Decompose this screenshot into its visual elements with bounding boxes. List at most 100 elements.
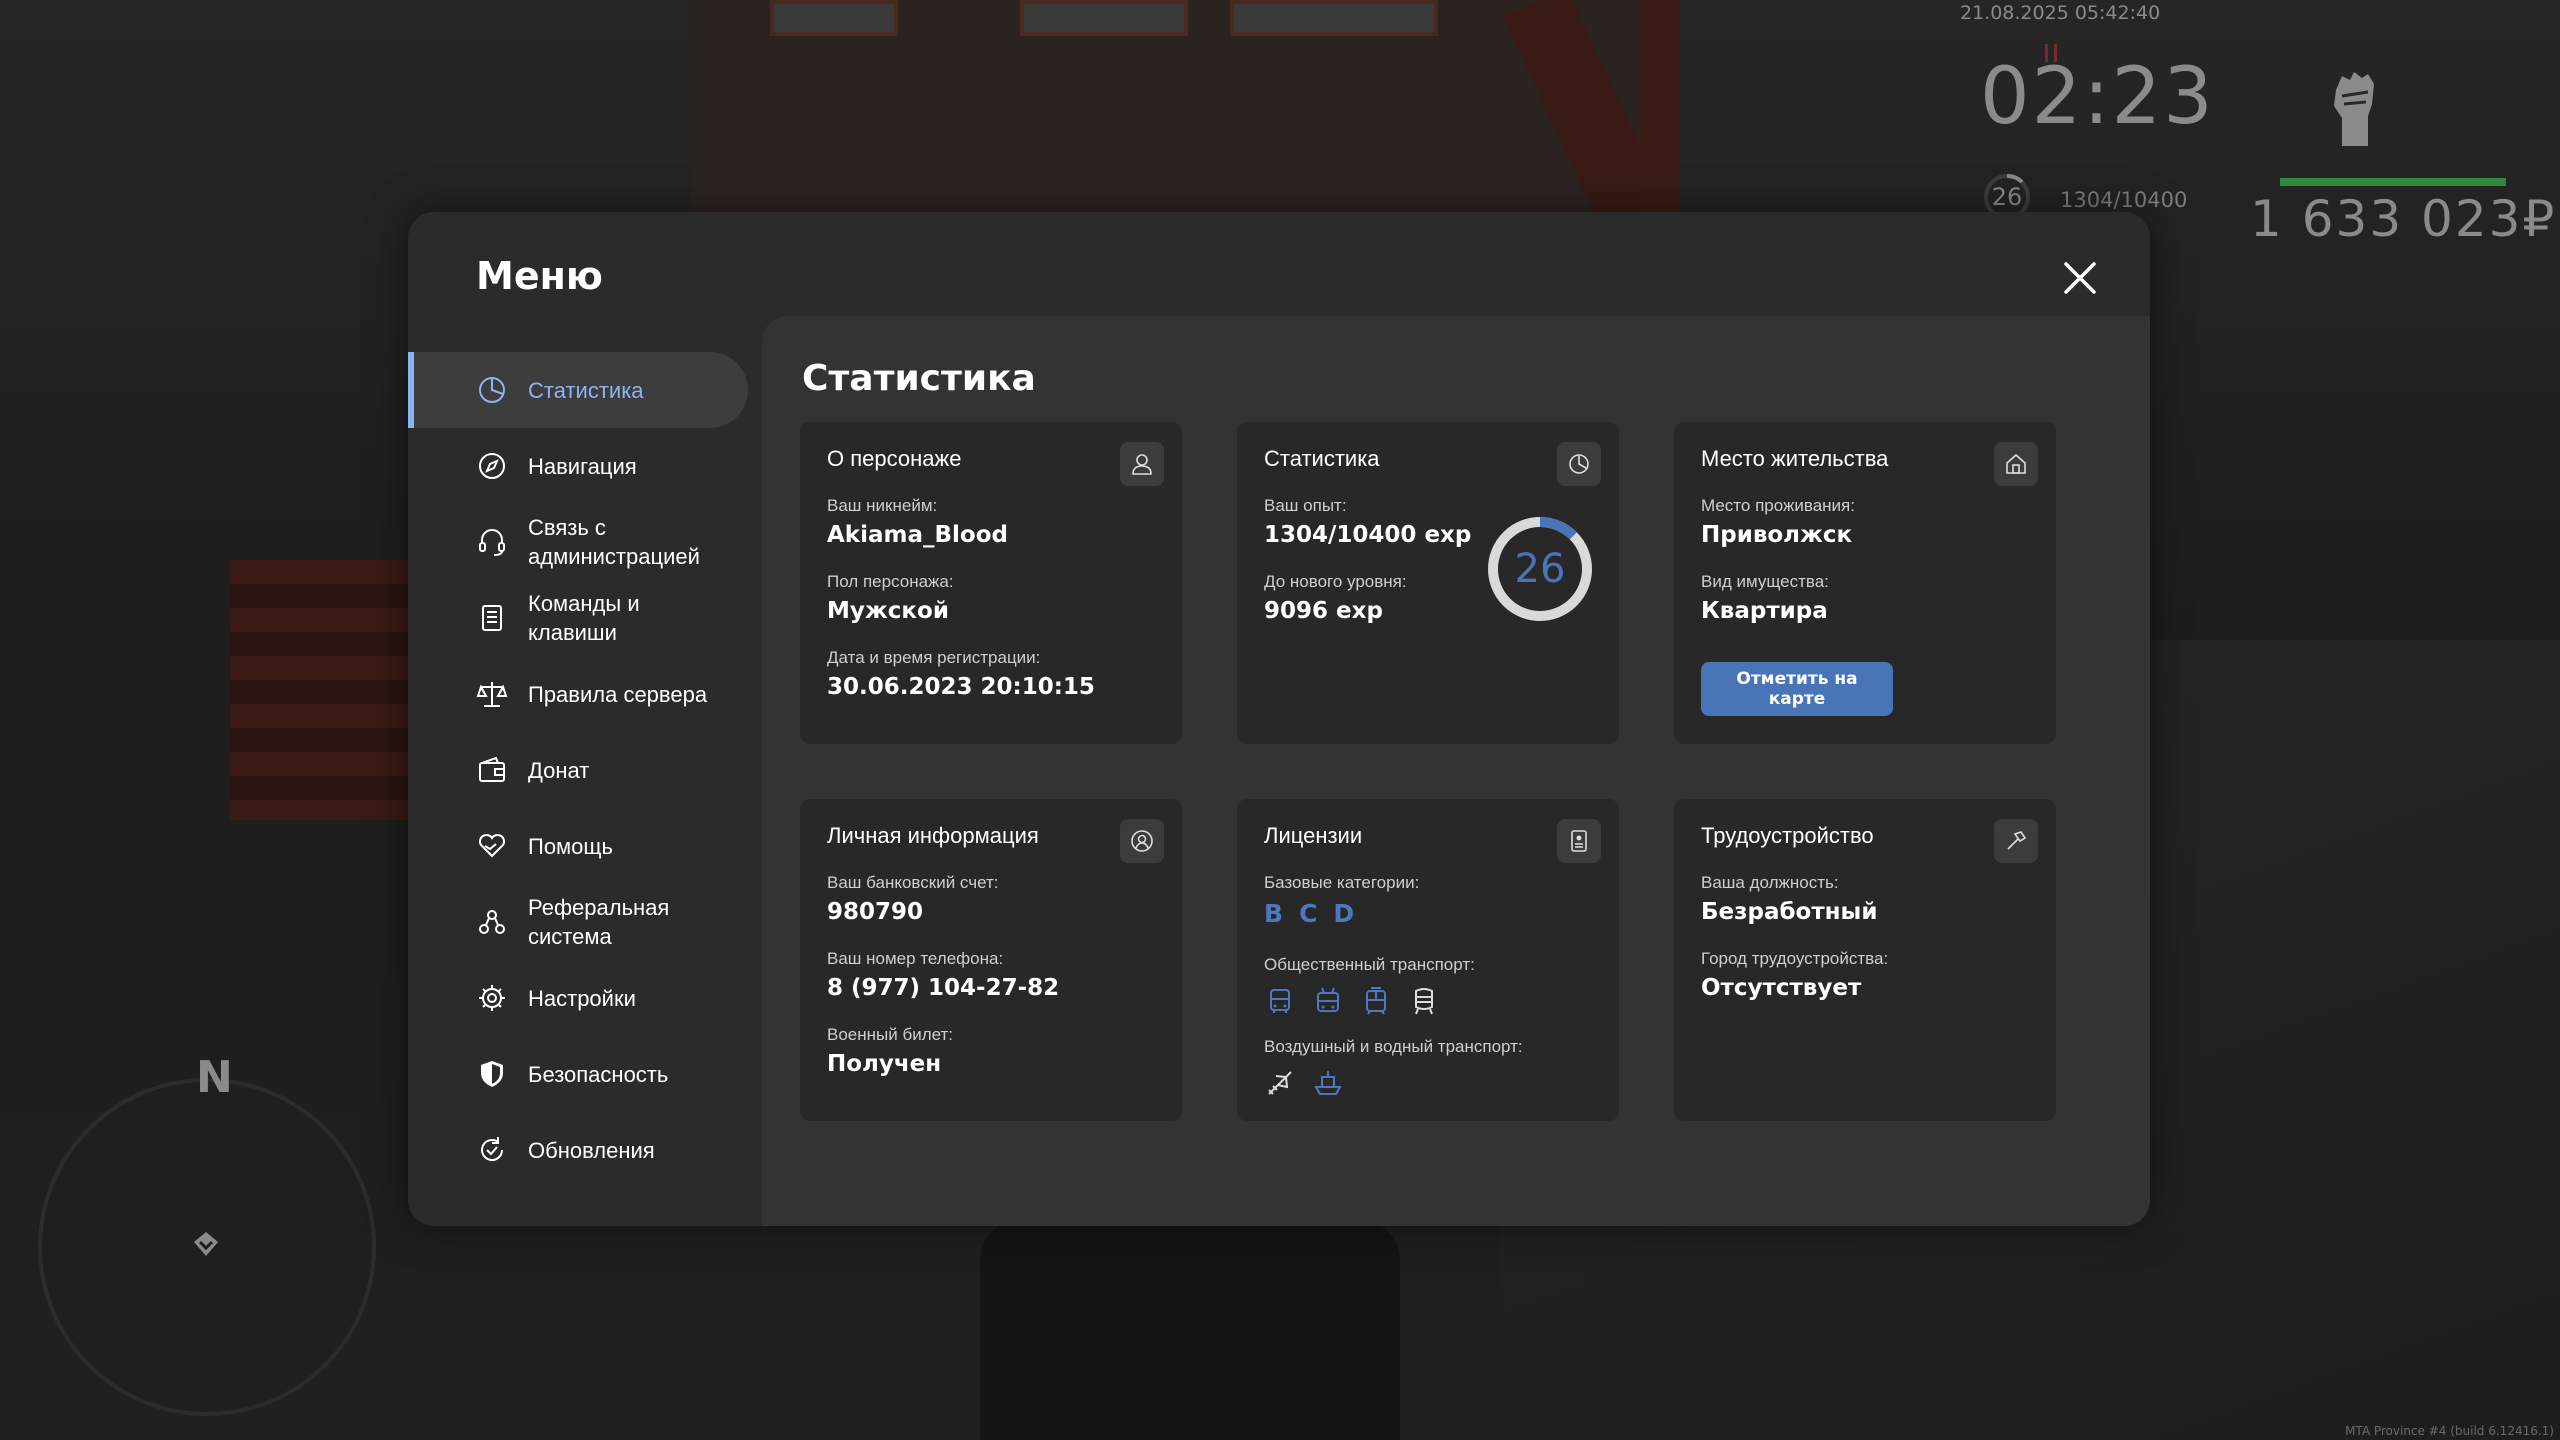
fist-weapon-icon — [2334, 72, 2374, 146]
sidebar-item-donate[interactable]: Донат — [408, 732, 748, 808]
compass-north: N — [196, 1052, 233, 1103]
referral-icon — [479, 910, 505, 934]
sidebar-item-help[interactable]: Помощь — [408, 808, 748, 884]
train-icon — [1415, 988, 1433, 1015]
user-icon — [1132, 454, 1152, 475]
pie-chart-icon — [479, 377, 505, 403]
sidebar-item-label: Помощь — [528, 833, 613, 859]
sidebar-item-commands[interactable]: Команды и клавиши — [408, 580, 748, 656]
phone-label: Ваш номер телефона: — [827, 949, 1004, 968]
card-title: Трудоустройство — [1701, 823, 1874, 848]
sidebar-item-statistics[interactable]: Статистика — [408, 352, 748, 428]
sidebar-item-security[interactable]: Безопасность — [408, 1036, 748, 1112]
sidebar-item-label: Связь с администрацией — [528, 515, 700, 569]
statistics-content: Статистика О персонаже Ваш никнейм: Akia… — [762, 316, 2150, 1226]
building-wall — [690, 0, 1650, 220]
sidebar-item-updates[interactable]: Обновления — [408, 1112, 748, 1188]
sidebar-item-admin-contact[interactable]: Связь с администрацией — [408, 504, 748, 580]
heart-hands-icon — [478, 833, 506, 858]
next-level-value: 9096 exp — [1264, 598, 1383, 624]
sidebar-item-settings[interactable]: Настройки — [408, 960, 748, 1036]
wallet-icon — [479, 756, 505, 782]
base-categories-label: Базовые категории: — [1264, 873, 1420, 892]
sidebar-item-label: Реферальная система — [528, 895, 670, 949]
refresh-check-icon — [481, 1137, 503, 1161]
air-water-transport-label: Воздушный и водный транспорт: — [1264, 1037, 1523, 1056]
ship-icon — [1314, 1071, 1342, 1095]
position-label: Ваша должность: — [1701, 873, 1839, 892]
card-personal-info: Личная информация Ваш банковский счет: 9… — [800, 799, 1182, 1121]
clock-chart-icon — [1569, 454, 1589, 474]
document-list-icon — [482, 605, 502, 631]
trolleybus-icon — [1317, 987, 1339, 1012]
card-icon-box — [1994, 442, 2038, 486]
residence-label: Место проживания: — [1701, 496, 1855, 515]
property-label: Вид имущества: — [1701, 572, 1829, 591]
card-icon-box — [1120, 819, 1164, 863]
public-transport-label: Общественный транспорт: — [1264, 955, 1475, 974]
card-icon-box — [1120, 442, 1164, 486]
military-label: Военный билет: — [827, 1025, 954, 1044]
air-water-transport-icons — [1264, 1067, 1344, 1099]
sidebar: Статистика Навигация Связь с администрац… — [408, 352, 748, 1188]
position-value: Безработный — [1701, 899, 1878, 925]
job-city-label: Город трудоустройства: — [1701, 949, 1889, 968]
sidebar-item-label: Правила сервера — [528, 681, 708, 707]
shield-icon — [481, 1061, 503, 1087]
license-categories: B C D — [1264, 899, 1354, 928]
sidebar-item-referral[interactable]: Реферальная система — [408, 884, 748, 960]
nickname-value: Akiama_Blood — [827, 522, 1008, 548]
sidebar-item-navigation[interactable]: Навигация — [408, 428, 748, 504]
sidebar-item-label: Настройки — [528, 985, 636, 1011]
bus-icon — [1270, 989, 1290, 1013]
bank-label: Ваш банковский счет: — [827, 873, 999, 892]
card-stats: Статистика Ваш опыт: 1304/10400 exp До н… — [1237, 422, 1619, 744]
card-icon-box — [1557, 819, 1601, 863]
card-title: Личная информация — [827, 823, 1039, 848]
plane-icon — [1268, 1071, 1292, 1095]
compass-icon — [479, 453, 505, 479]
gender-value: Мужской — [827, 598, 949, 624]
card-employment: Трудоустройство Ваша должность: Безработ… — [1674, 799, 2056, 1121]
sidebar-item-label: Команды и клавиши — [528, 591, 640, 645]
job-city-value: Отсутствует — [1701, 975, 1862, 1001]
hud-datetime: 21.08.2025 05:42:40 — [1960, 2, 2161, 24]
card-icon-box — [1994, 819, 2038, 863]
sidebar-item-rules[interactable]: Правила сервера — [408, 656, 748, 732]
gender-label: Пол персонажа: — [827, 572, 954, 591]
build-info: MTA Province #4 (build 6.12416.1) — [2345, 1424, 2554, 1438]
license-card-icon — [1571, 830, 1587, 852]
scales-icon — [476, 682, 508, 707]
player-character — [980, 1220, 1400, 1440]
exp-label: Ваш опыт: — [1264, 496, 1347, 515]
exp-value: 1304/10400 exp — [1264, 522, 1472, 548]
tram-icon — [1366, 987, 1386, 1015]
license-category: C — [1299, 899, 1318, 928]
headset-icon — [479, 529, 505, 556]
card-title: Статистика — [1264, 446, 1380, 471]
public-transport-icons — [1264, 985, 1440, 1017]
mark-on-map-button[interactable]: Отметить на карте — [1701, 662, 1893, 716]
user-circle-icon — [1131, 830, 1153, 852]
license-category: B — [1264, 899, 1284, 928]
card-title: Лицензии — [1264, 823, 1363, 848]
close-icon[interactable] — [2058, 256, 2102, 300]
registration-label: Дата и время регистрации: — [827, 648, 1041, 667]
hammer-icon — [2007, 831, 2027, 850]
house-icon — [2006, 453, 2026, 474]
content-title: Статистика — [802, 358, 1036, 399]
card-residence: Место жительства Место проживания: Приво… — [1674, 422, 2056, 744]
sidebar-item-label: Статистика — [528, 377, 644, 403]
property-value: Квартира — [1701, 598, 1828, 624]
phone-value: 8 (977) 104-27-82 — [827, 975, 1060, 1001]
player-marker-icon — [194, 1232, 218, 1256]
sidebar-item-label: Донат — [528, 757, 590, 783]
residence-value: Приволжск — [1701, 522, 1853, 548]
hud-money: 1 633 023₽ — [2250, 190, 2557, 248]
registration-value: 30.06.2023 20:10:15 — [827, 674, 1095, 700]
hud-exp: 1304/10400 — [2060, 188, 2188, 212]
military-value: Получен — [827, 1051, 942, 1077]
sidebar-item-label: Обновления — [528, 1137, 655, 1163]
card-title: О персонаже — [827, 446, 962, 471]
card-licenses: Лицензии Базовые категории: B C D Общест… — [1237, 799, 1619, 1121]
